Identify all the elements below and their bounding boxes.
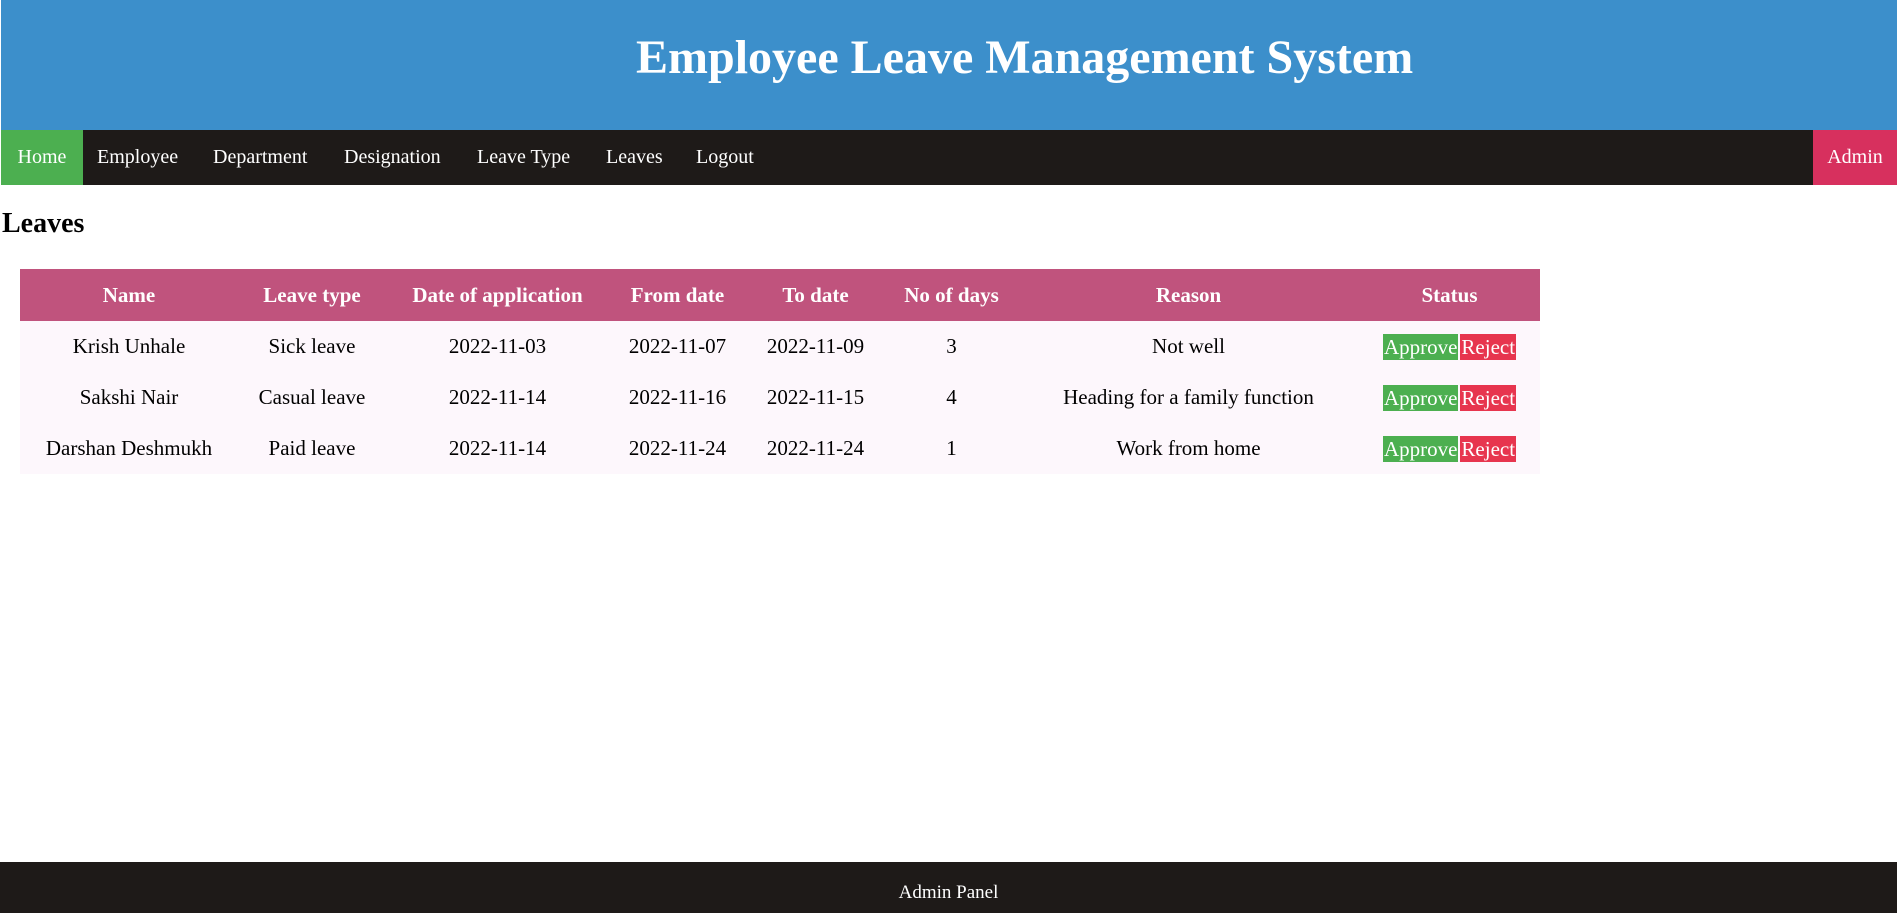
column-header-date-of-application: Date of application bbox=[412, 282, 583, 307]
nav-leave-type-link[interactable]: Leave Type bbox=[477, 130, 570, 185]
cell-name: Krish Unhale bbox=[72, 334, 186, 358]
approve-button[interactable]: Approve bbox=[1382, 334, 1459, 361]
nav-department-link[interactable]: Department bbox=[213, 130, 307, 185]
nav-designation-link[interactable]: Designation bbox=[344, 130, 441, 185]
approve-button[interactable]: Approve bbox=[1382, 385, 1459, 412]
leaves-table-container: Name Leave type Date of application From… bbox=[20, 269, 1540, 474]
cell-to-date: 2022-11-15 bbox=[766, 385, 865, 409]
nav-employee-link[interactable]: Employee bbox=[97, 130, 178, 185]
footer-text: Admin Panel bbox=[898, 882, 999, 903]
reject-button[interactable]: Reject bbox=[1460, 334, 1517, 361]
cell-status: Approve Reject bbox=[1359, 321, 1540, 372]
column-header-to-date: To date bbox=[782, 282, 849, 307]
page-footer: Admin Panel bbox=[0, 862, 1897, 913]
column-header-no-of-days: No of days bbox=[904, 282, 999, 307]
page-header: Employee Leave Management System bbox=[1, 0, 1897, 130]
cell-no-of-days: 3 bbox=[946, 334, 957, 358]
nav-admin-link[interactable]: Admin bbox=[1813, 130, 1897, 185]
reject-button[interactable]: Reject bbox=[1460, 436, 1517, 463]
page-title: Leaves bbox=[2, 208, 85, 239]
column-header-from-date: From date bbox=[630, 282, 725, 307]
approve-button[interactable]: Approve bbox=[1382, 436, 1459, 463]
column-header-reason: Reason bbox=[1155, 282, 1222, 307]
cell-leave-type: Casual leave bbox=[258, 385, 366, 409]
cell-from-date: 2022-11-16 bbox=[628, 385, 727, 409]
table-row: Darshan Deshmukh Paid leave 2022-11-14 2… bbox=[20, 423, 1540, 474]
cell-name: Sakshi Nair bbox=[79, 385, 179, 409]
cell-reason: Not well bbox=[1152, 334, 1225, 358]
app-title: Employee Leave Management System bbox=[636, 31, 1414, 84]
cell-status: Approve Reject bbox=[1359, 372, 1540, 423]
table-row: Sakshi Nair Casual leave 2022-11-14 2022… bbox=[20, 372, 1540, 423]
column-header-leave-type: Leave type bbox=[263, 282, 361, 307]
cell-date-of-application: 2022-11-14 bbox=[448, 385, 547, 409]
reject-button[interactable]: Reject bbox=[1460, 385, 1517, 412]
nav-leaves-link[interactable]: Leaves bbox=[606, 130, 663, 185]
leaves-table: Name Leave type Date of application From… bbox=[20, 269, 1540, 474]
cell-no-of-days: 1 bbox=[946, 436, 957, 460]
cell-to-date: 2022-11-09 bbox=[766, 334, 865, 358]
column-header-name: Name bbox=[102, 282, 156, 307]
cell-reason: Heading for a family function bbox=[1063, 385, 1314, 409]
cell-leave-type: Paid leave bbox=[268, 436, 356, 460]
cell-status: Approve Reject bbox=[1359, 423, 1540, 474]
table-row: Krish Unhale Sick leave 2022-11-03 2022-… bbox=[20, 321, 1540, 372]
cell-from-date: 2022-11-07 bbox=[628, 334, 727, 358]
cell-to-date: 2022-11-24 bbox=[766, 436, 865, 460]
cell-date-of-application: 2022-11-14 bbox=[448, 436, 547, 460]
table-header-row: Name Leave type Date of application From… bbox=[20, 269, 1540, 321]
nav-home-link[interactable]: Home bbox=[1, 130, 83, 185]
cell-from-date: 2022-11-24 bbox=[628, 436, 727, 460]
column-header-status: Status bbox=[1421, 282, 1478, 307]
cell-name: Darshan Deshmukh bbox=[45, 436, 213, 460]
nav-logout-link[interactable]: Logout bbox=[696, 130, 754, 185]
cell-reason: Work from home bbox=[1116, 436, 1261, 460]
cell-date-of-application: 2022-11-03 bbox=[448, 334, 547, 358]
cell-leave-type: Sick leave bbox=[268, 334, 356, 358]
cell-no-of-days: 4 bbox=[946, 385, 957, 409]
top-navbar: Home Employee Department Designation Lea… bbox=[1, 130, 1897, 185]
